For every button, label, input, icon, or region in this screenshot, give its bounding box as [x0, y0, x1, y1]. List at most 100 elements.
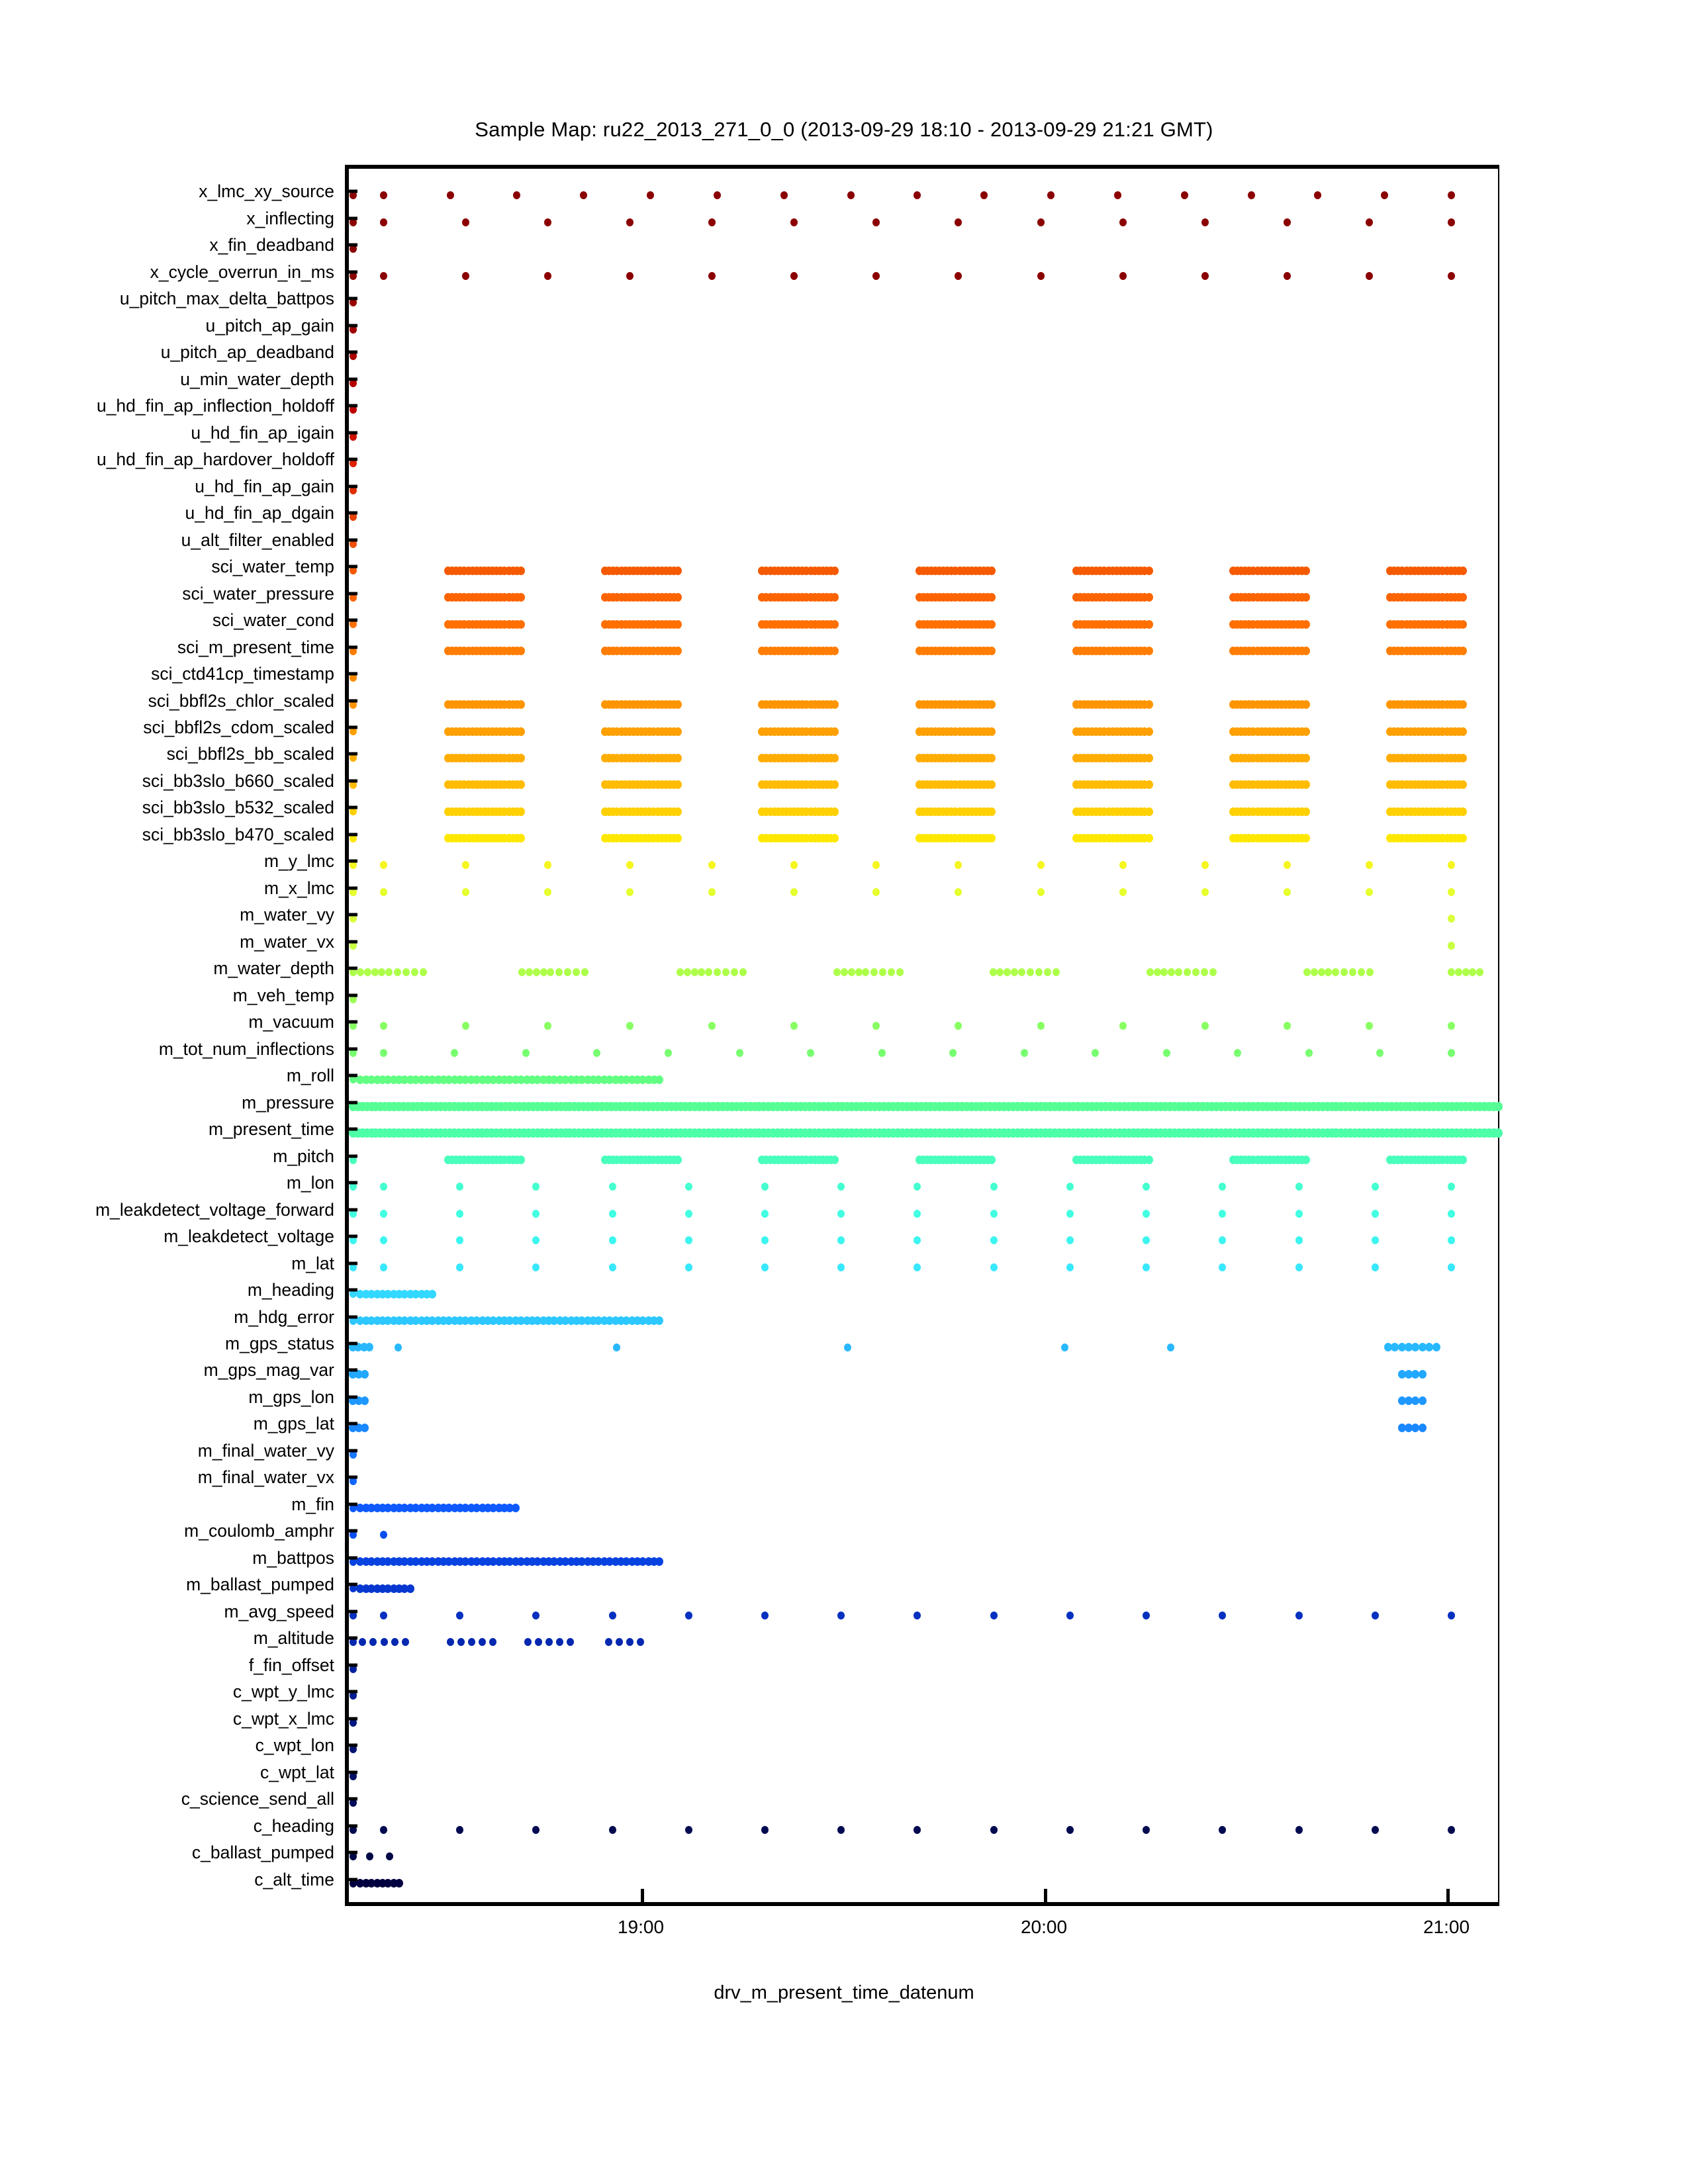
- y-tick-mark: [345, 404, 357, 408]
- data-point: [878, 1048, 886, 1057]
- data-point: [988, 834, 996, 843]
- data-point: [1153, 968, 1161, 977]
- x-tick-label: 21:00: [1423, 1917, 1470, 1937]
- data-point: [1366, 968, 1374, 977]
- data-point: [1458, 834, 1467, 843]
- data-point: [1201, 218, 1209, 226]
- data-point: [1454, 968, 1462, 977]
- data-point: [1301, 807, 1310, 816]
- data-point: [990, 1611, 998, 1619]
- data-point: [683, 968, 691, 977]
- y-axis-label-c-heading: c_heading: [253, 1815, 334, 1836]
- data-point: [1371, 1209, 1379, 1218]
- data-point: [410, 968, 418, 977]
- data-point: [518, 968, 526, 977]
- data-point: [988, 780, 996, 790]
- data-point: [955, 861, 962, 870]
- chart-title: Sample Map: ru22_2013_271_0_0 (2013-09-2…: [475, 118, 1213, 141]
- data-point: [714, 968, 722, 977]
- data-point: [1209, 968, 1217, 977]
- y-tick-mark: [345, 993, 357, 997]
- data-point: [837, 1209, 845, 1218]
- y-tick-mark: [345, 511, 357, 515]
- data-point: [626, 861, 634, 870]
- data-point: [1219, 1183, 1227, 1191]
- data-point: [1119, 271, 1127, 280]
- data-point: [914, 1611, 921, 1619]
- data-point: [1418, 1369, 1427, 1379]
- data-point: [1234, 1048, 1242, 1057]
- data-point: [516, 619, 525, 629]
- data-point: [1458, 647, 1467, 656]
- data-point: [1145, 834, 1153, 843]
- data-point: [872, 271, 880, 280]
- data-point: [1143, 1236, 1150, 1245]
- data-point: [456, 1236, 464, 1245]
- data-point: [1448, 1611, 1456, 1619]
- x-tick-label: 20:00: [1020, 1917, 1068, 1937]
- data-point: [790, 861, 798, 870]
- data-point: [1020, 1048, 1028, 1057]
- x-axis-title: drv_m_present_time_datenum: [714, 1982, 974, 2003]
- y-axis-label-m-gps-lon: m_gps_lon: [248, 1387, 334, 1407]
- data-point: [955, 887, 962, 896]
- data-point: [1037, 271, 1045, 280]
- data-point: [1301, 566, 1310, 575]
- data-point: [479, 1638, 487, 1647]
- data-point: [730, 968, 738, 977]
- y-tick-mark: [345, 618, 357, 622]
- data-point: [534, 1638, 542, 1647]
- y-tick-mark: [345, 1101, 357, 1105]
- data-point: [807, 1048, 815, 1057]
- y-axis-label-m-gps-lat: m_gps_lat: [253, 1414, 334, 1434]
- data-point: [446, 191, 454, 200]
- data-point: [1418, 1396, 1427, 1406]
- data-point: [674, 834, 682, 843]
- data-point: [872, 1022, 880, 1030]
- data-point: [1175, 968, 1183, 977]
- data-point: [872, 861, 880, 870]
- y-tick-mark: [345, 270, 357, 274]
- y-tick-mark: [345, 324, 357, 328]
- data-point: [1066, 1825, 1074, 1834]
- y-tick-mark: [345, 1127, 357, 1131]
- y-tick-mark: [345, 1208, 357, 1212]
- data-point: [1301, 619, 1310, 629]
- y-axis-label-u-alt-filter-enabled: u_alt_filter_enabled: [181, 529, 334, 550]
- data-point: [608, 1209, 616, 1218]
- data-point: [1017, 968, 1025, 977]
- data-point: [1458, 727, 1467, 736]
- data-point: [1145, 780, 1153, 790]
- y-axis-label-m-y-lmc: m_y_lmc: [263, 851, 334, 872]
- data-point: [1201, 271, 1209, 280]
- y-axis-label-sci-bbfl2s-bb-scaled: sci_bbfl2s_bb_scaled: [166, 744, 334, 764]
- y-axis-label-c-alt-time: c_alt_time: [254, 1869, 334, 1889]
- y-axis-label-u-pitch-ap-gain: u_pitch_ap_gain: [205, 315, 334, 336]
- data-point: [1119, 1022, 1127, 1030]
- y-axis-label-m-pitch: m_pitch: [273, 1146, 334, 1166]
- data-point: [555, 968, 563, 977]
- y-axis-label-sci-bb3slo-b660-scaled: sci_bb3slo_b660_scaled: [142, 770, 334, 791]
- y-axis-label-x-lmc-xy-source: x_lmc_xy_source: [199, 181, 334, 202]
- data-point: [516, 807, 525, 816]
- y-tick-mark: [345, 752, 357, 756]
- y-axis-label-m-water-vx: m_water_vx: [240, 931, 334, 952]
- y-axis-label-m-ballast-pumped: m_ballast_pumped: [186, 1574, 334, 1595]
- data-point: [1143, 1825, 1150, 1834]
- data-point: [1301, 647, 1310, 656]
- data-point: [1458, 753, 1467, 762]
- y-tick-mark: [345, 1315, 357, 1318]
- y-tick-mark: [345, 725, 357, 729]
- y-tick-mark: [345, 243, 357, 247]
- data-point: [990, 1825, 998, 1834]
- y-tick-mark: [345, 1020, 357, 1024]
- data-point: [1145, 727, 1153, 736]
- data-point: [516, 566, 525, 575]
- data-point: [1162, 1048, 1170, 1057]
- y-axis-label-f-fin-offset: f_fin_offset: [248, 1655, 334, 1675]
- data-point: [394, 968, 402, 977]
- data-point: [988, 1156, 996, 1165]
- y-axis-label-sci-water-cond: sci_water_cond: [212, 610, 334, 630]
- data-point: [837, 1825, 845, 1834]
- y-tick-mark: [345, 1797, 357, 1801]
